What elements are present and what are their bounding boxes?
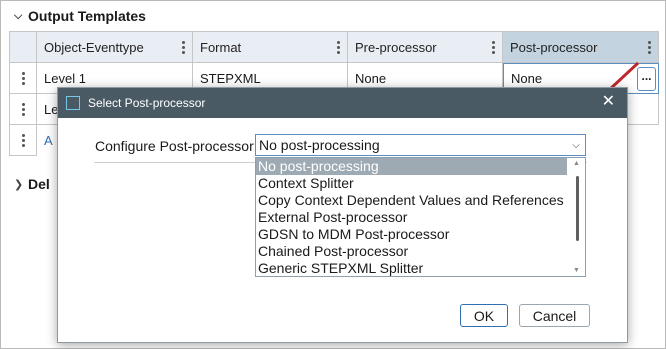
column-header-post-processor[interactable]: Post-processor [503,32,659,63]
header-corner [10,32,37,63]
window-icon [66,96,80,110]
option-external-post-processor[interactable]: External Post-processor [256,209,585,226]
column-header-label: Pre-processor [355,39,437,55]
option-gdsn-to-mdm[interactable]: GDSN to MDM Post-processor [256,226,585,243]
dialog-title: Select Post-processor [88,96,206,110]
kebab-icon[interactable] [648,41,652,54]
scroll-down-icon[interactable]: ▼ [573,267,580,274]
column-header-label: Format [200,39,242,55]
column-header-label: Object-Eventtype [44,39,144,55]
grid-header-row: Object-Eventtype Format Pre-processor Po… [10,32,659,63]
kebab-icon[interactable] [182,41,186,54]
option-no-post-processing[interactable]: No post-processing [256,158,567,175]
scrollbar-thumb[interactable] [576,176,579,241]
cancel-button[interactable]: Cancel [519,304,590,327]
select-value: No post-processing [259,137,380,153]
section-output-templates[interactable]: ⌵ Output Templates [14,6,146,26]
cell-value: None [511,71,543,86]
close-icon[interactable]: ✕ [602,94,615,110]
column-header-pre-processor[interactable]: Pre-processor [348,32,503,63]
row-drag-handle[interactable] [10,94,37,125]
scroll-up-icon[interactable]: ▲ [573,160,580,167]
column-header-format[interactable]: Format [193,32,348,63]
ok-button[interactable]: OK [460,304,508,327]
kebab-icon[interactable] [492,41,496,54]
option-chained-post-processor[interactable]: Chained Post-processor [256,243,585,260]
chevron-down-icon[interactable]: ⌵ [14,10,28,23]
dialog-titlebar: Select Post-processor ✕ [58,88,627,118]
chevron-right-icon[interactable]: ❯ [14,178,28,191]
row-drag-handle[interactable] [10,125,37,156]
select-post-processor-dialog: Select Post-processor ✕ Configure Post-p… [57,87,628,343]
post-processor-select[interactable]: No post-processing ⌵ [255,134,586,156]
option-copy-context-dependent-values[interactable]: Copy Context Dependent Values and Refere… [256,192,585,209]
post-processor-options-list[interactable]: No post-processing Context Splitter Copy… [255,157,586,277]
section-collapsed[interactable]: ❯ Del [14,174,50,194]
configure-post-processor-label: Configure Post-processor [95,138,254,154]
row-drag-handle[interactable] [10,63,37,94]
list-scrollbar[interactable]: ▲ ▼ [570,158,585,276]
section-title: Output Templates [28,8,146,24]
chevron-down-icon[interactable]: ⌵ [567,135,585,155]
option-context-splitter[interactable]: Context Splitter [256,175,585,192]
column-header-label: Post-processor [510,39,598,55]
option-generic-stepxml-splitter[interactable]: Generic STEPXML Splitter [256,260,585,276]
kebab-icon[interactable] [337,41,341,54]
section-title: Del [28,176,50,192]
column-header-object-eventtype[interactable]: Object-Eventtype [37,32,193,63]
